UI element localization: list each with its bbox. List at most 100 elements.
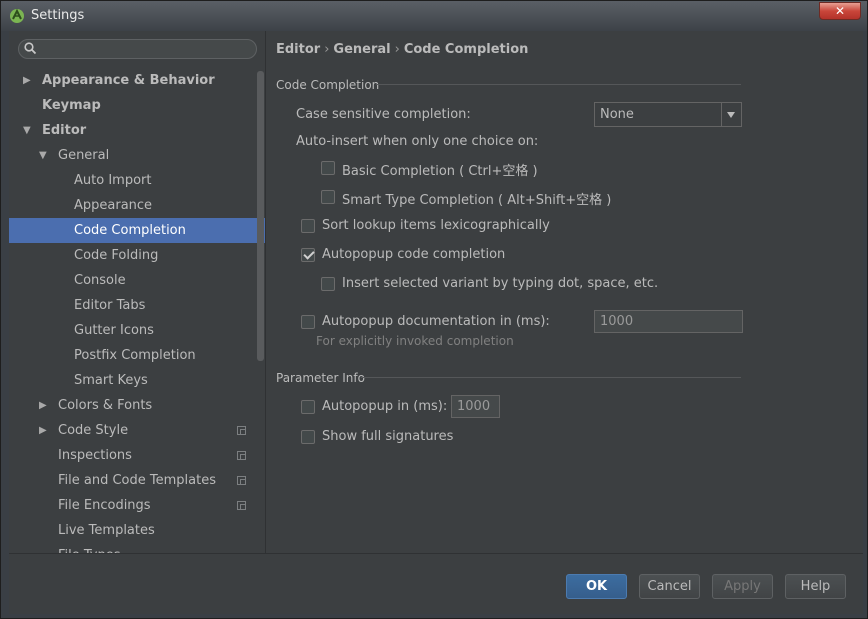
documentation-delay-input[interactable]: 1000 xyxy=(594,310,743,333)
title-bar[interactable]: Settings ✕ xyxy=(1,1,867,31)
parameter-autopopup-label[interactable]: Autopopup in (ms): xyxy=(322,399,447,414)
chevron-down-icon[interactable] xyxy=(721,103,741,126)
tree-item-label: Gutter Icons xyxy=(74,323,154,338)
tree-item-appearance-behavior[interactable]: ▶ Appearance & Behavior xyxy=(9,68,265,93)
tree-item-label: Colors & Fonts xyxy=(58,398,153,413)
expand-right-icon[interactable]: ▶ xyxy=(39,393,47,418)
tree-item-editor-tabs[interactable]: Editor Tabs xyxy=(9,293,265,318)
close-button[interactable]: ✕ xyxy=(819,2,861,20)
sidebar-scrollbar[interactable] xyxy=(257,71,264,361)
tree-item-label: Smart Keys xyxy=(74,373,148,388)
breadcrumb-editor: Editor xyxy=(276,42,321,57)
sort-lexicographically-label[interactable]: Sort lookup items lexicographically xyxy=(322,218,550,233)
auto-insert-label: Auto-insert when only one choice on: xyxy=(296,134,539,149)
tree-item-label: File Encodings xyxy=(58,498,151,513)
project-scope-icon xyxy=(237,476,246,485)
tree-item-inspections[interactable]: Inspections xyxy=(9,443,265,468)
window-frame-left xyxy=(1,31,9,618)
project-scope-icon xyxy=(237,451,246,460)
tree-item-general[interactable]: ▼ General xyxy=(9,143,265,168)
case-sensitive-value: None xyxy=(600,107,634,122)
android-studio-icon xyxy=(10,8,24,23)
window-title: Settings xyxy=(31,8,85,23)
project-scope-icon xyxy=(237,501,246,510)
show-full-signatures-label[interactable]: Show full signatures xyxy=(322,429,453,444)
settings-window: Settings ✕ ▶ Appearance & Behavior Keymap ▼… xyxy=(0,0,868,619)
tree-item-label: Postfix Completion xyxy=(74,348,196,363)
case-sensitive-label: Case sensitive completion: xyxy=(296,107,471,122)
cancel-button[interactable]: Cancel xyxy=(639,574,700,599)
basic-completion-label[interactable]: Basic Completion ( Ctrl+空格 ) xyxy=(342,160,538,179)
tree-item-file-and-code-templates[interactable]: File and Code Templates xyxy=(9,468,265,493)
sort-lexicographically-checkbox[interactable] xyxy=(301,219,315,233)
apply-button[interactable]: Apply xyxy=(712,574,773,599)
tree-item-file-encodings[interactable]: File Encodings xyxy=(9,493,265,518)
insert-by-typing-checkbox[interactable] xyxy=(321,277,335,291)
tree-item-smart-keys[interactable]: Smart Keys xyxy=(9,368,265,393)
section-divider xyxy=(376,84,741,85)
tree-item-label: Live Templates xyxy=(58,523,155,538)
breadcrumb: Editor › General › Code Completion xyxy=(276,42,528,57)
breadcrumb-separator: › xyxy=(394,42,400,57)
help-button[interactable]: Help xyxy=(785,574,846,599)
tree-item-code-folding[interactable]: Code Folding xyxy=(9,243,265,268)
ok-button[interactable]: OK xyxy=(566,574,627,599)
tree-item-label: Console xyxy=(74,273,126,288)
tree-item-label: Keymap xyxy=(42,98,101,113)
search-box[interactable] xyxy=(18,39,257,59)
section-divider xyxy=(361,377,741,378)
smart-type-completion-label[interactable]: Smart Type Completion ( Alt+Shift+空格 ) xyxy=(342,189,611,208)
expand-right-icon[interactable]: ▶ xyxy=(39,418,47,443)
settings-content: Editor › General › Code Completion Code Comp… xyxy=(266,31,863,553)
tree-item-label: Code Folding xyxy=(74,248,159,263)
autopopup-documentation-checkbox[interactable] xyxy=(301,315,315,329)
settings-tree: ▶ Appearance & Behavior Keymap ▼ Editor ▼ Gene… xyxy=(9,68,265,553)
expand-right-icon[interactable]: ▶ xyxy=(23,68,31,93)
tree-item-colors-fonts[interactable]: ▶ Colors & Fonts xyxy=(9,393,265,418)
dialog-footer: OK Cancel Apply Help xyxy=(9,553,863,615)
autopopup-completion-label[interactable]: Autopopup code completion xyxy=(322,247,505,262)
tree-item-label: File and Code Templates xyxy=(58,473,216,488)
breadcrumb-code-completion: Code Completion xyxy=(403,42,529,57)
tree-item-keymap[interactable]: Keymap xyxy=(9,93,265,118)
smart-type-completion-checkbox[interactable] xyxy=(321,190,335,204)
tree-item-label: Appearance xyxy=(74,198,153,213)
window-frame-bottom xyxy=(1,614,867,618)
basic-completion-checkbox[interactable] xyxy=(321,161,335,175)
tree-item-editor[interactable]: ▼ Editor xyxy=(9,118,265,143)
tree-item-file-types[interactable]: File Types xyxy=(9,543,265,553)
autopopup-completion-checkbox[interactable] xyxy=(301,248,315,262)
breadcrumb-separator: › xyxy=(324,42,330,57)
documentation-hint: For explicitly invoked completion xyxy=(316,334,514,348)
search-icon xyxy=(24,42,37,55)
tree-item-code-style[interactable]: ▶ Code Style xyxy=(9,418,265,443)
project-scope-icon xyxy=(237,426,246,435)
search-input[interactable] xyxy=(41,41,253,59)
tree-item-live-templates[interactable]: Live Templates xyxy=(9,518,265,543)
tree-item-label: Editor xyxy=(42,123,87,138)
parameter-info-section-title: Parameter Info xyxy=(276,371,365,385)
insert-by-typing-label[interactable]: Insert selected variant by typing dot, s… xyxy=(342,276,658,291)
close-icon: ✕ xyxy=(834,4,846,18)
tree-item-gutter-icons[interactable]: Gutter Icons xyxy=(9,318,265,343)
parameter-delay-input[interactable]: 1000 xyxy=(451,395,500,418)
settings-sidebar: ▶ Appearance & Behavior Keymap ▼ Editor ▼ Gene… xyxy=(9,31,266,553)
tree-item-label: Code Style xyxy=(58,423,129,438)
tree-item-appearance[interactable]: Appearance xyxy=(9,193,265,218)
tree-item-label: Inspections xyxy=(58,448,132,463)
tree-item-auto-import[interactable]: Auto Import xyxy=(9,168,265,193)
tree-item-label: General xyxy=(58,148,110,163)
show-full-signatures-checkbox[interactable] xyxy=(301,430,315,444)
breadcrumb-general: General xyxy=(333,42,391,57)
autopopup-documentation-label[interactable]: Autopopup documentation in (ms): xyxy=(322,314,550,329)
expand-down-icon[interactable]: ▼ xyxy=(39,143,47,168)
parameter-autopopup-checkbox[interactable] xyxy=(301,400,315,414)
tree-item-label: Code Completion xyxy=(74,223,186,238)
expand-down-icon[interactable]: ▼ xyxy=(23,118,31,143)
case-sensitive-dropdown[interactable]: None xyxy=(594,102,742,127)
tree-item-label: Editor Tabs xyxy=(74,298,146,313)
code-completion-section-title: Code Completion xyxy=(276,78,380,92)
tree-item-postfix-completion[interactable]: Postfix Completion xyxy=(9,343,265,368)
tree-item-code-completion[interactable]: Code Completion xyxy=(9,218,265,243)
tree-item-console[interactable]: Console xyxy=(9,268,265,293)
